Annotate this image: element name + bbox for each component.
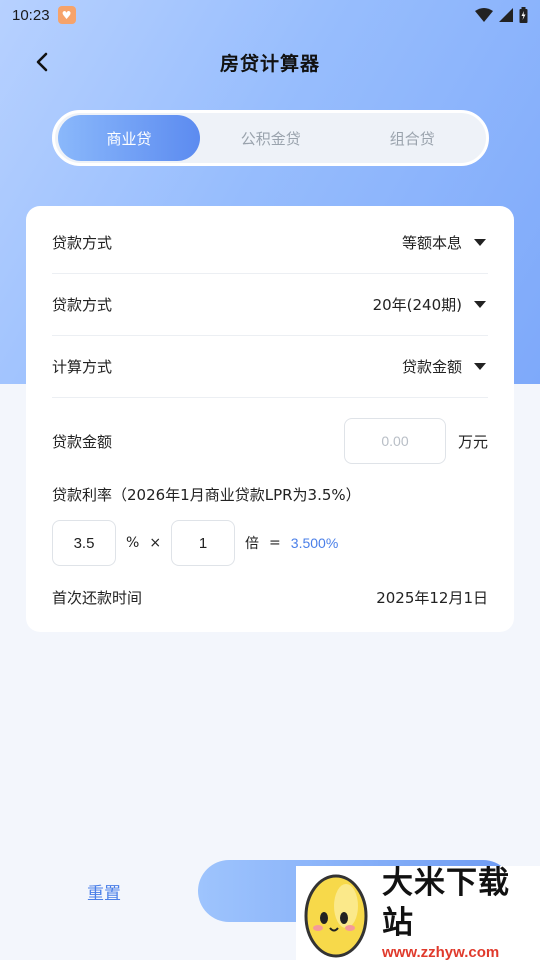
dropdown-arrow-icon xyxy=(474,362,486,370)
divider xyxy=(52,397,488,398)
signal-icon xyxy=(499,8,513,22)
tab-combined-loan[interactable]: 组合贷 xyxy=(342,115,484,161)
status-icons xyxy=(475,7,528,23)
dropdown-arrow-icon xyxy=(474,238,486,246)
loan-term-row[interactable]: 贷款方式 20年(240期) xyxy=(52,284,488,324)
divider xyxy=(52,335,488,336)
repayment-method-select[interactable]: 等额本息 xyxy=(402,232,488,253)
status-time: 10:23 xyxy=(12,6,50,24)
repayment-method-value: 等额本息 xyxy=(401,233,462,252)
equals-symbol: = xyxy=(269,535,281,551)
calc-method-label: 计算方式 xyxy=(52,357,113,376)
multiply-symbol: × xyxy=(149,535,162,551)
tab-commercial-loan[interactable]: 商业贷 xyxy=(58,115,200,161)
effective-rate-value: 3.500% xyxy=(290,535,339,551)
loan-term-value: 20年(240期) xyxy=(372,295,462,314)
status-bar: 10:23 ♥ xyxy=(0,0,540,30)
rice-mascot-logo xyxy=(304,874,368,958)
divider xyxy=(52,273,488,274)
loan-amount-unit: 万元 xyxy=(457,432,488,451)
first-payment-label: 首次还款时间 xyxy=(52,588,143,607)
loan-term-select[interactable]: 20年(240期) xyxy=(373,294,488,315)
watermark-title: 大米下载站 xyxy=(382,865,510,941)
percent-symbol: % xyxy=(126,535,140,551)
battery-icon xyxy=(519,7,528,23)
loan-amount-group: 0.00 万元 xyxy=(343,418,488,464)
loan-amount-input[interactable]: 0.00 xyxy=(343,418,446,464)
app-notification-icon: ♥ xyxy=(57,6,76,24)
calc-method-value: 贷款金额 xyxy=(401,357,462,376)
interest-rate-inputs: 3.5 % × 1 倍 = 3.500% xyxy=(52,519,488,567)
nav-bar: 房贷计算器 xyxy=(0,40,540,84)
loan-amount-row: 贷款金额 0.00 万元 xyxy=(52,417,488,465)
multiplier-unit: 倍 xyxy=(245,536,260,552)
first-payment-row[interactable]: 首次还款时间 2025年12月1日 xyxy=(52,584,488,610)
calc-method-row[interactable]: 计算方式 贷款金额 xyxy=(52,346,488,386)
dropdown-arrow-icon xyxy=(474,300,486,308)
interest-rate-row: 贷款利率（2026年1月商业贷款LPR为3.5%） xyxy=(52,482,488,506)
wifi-icon xyxy=(475,8,493,22)
reset-button[interactable]: 重置 xyxy=(52,860,156,922)
first-payment-value[interactable]: 2025年12月1日 xyxy=(376,587,488,608)
loan-form-card: 贷款方式 等额本息 贷款方式 20年(240期) 计算方式 贷款金额 贷款金额 … xyxy=(26,206,514,632)
loan-type-tabs: 商业贷 公积金贷 组合贷 xyxy=(52,110,489,166)
repayment-method-label: 贷款方式 xyxy=(52,233,113,252)
calc-method-select[interactable]: 贷款金额 xyxy=(402,356,488,377)
page-title: 房贷计算器 xyxy=(219,52,320,75)
loan-amount-label: 贷款金额 xyxy=(52,432,113,451)
base-rate-input[interactable]: 3.5 xyxy=(52,520,116,566)
tab-provident-fund-loan[interactable]: 公积金贷 xyxy=(200,115,342,161)
back-button[interactable] xyxy=(28,48,56,76)
loan-term-label: 贷款方式 xyxy=(52,295,113,314)
chevron-left-icon xyxy=(36,52,48,72)
watermark-text: 大米下载站 www.zzhyw.com xyxy=(382,863,540,960)
repayment-method-row[interactable]: 贷款方式 等额本息 xyxy=(52,222,488,262)
site-watermark: 大米下载站 www.zzhyw.com xyxy=(296,863,540,960)
interest-rate-label: 贷款利率（2026年1月商业贷款LPR为3.5%） xyxy=(52,485,361,504)
rate-multiplier-input[interactable]: 1 xyxy=(171,520,236,566)
watermark-url: www.zzhyw.com xyxy=(382,944,500,960)
